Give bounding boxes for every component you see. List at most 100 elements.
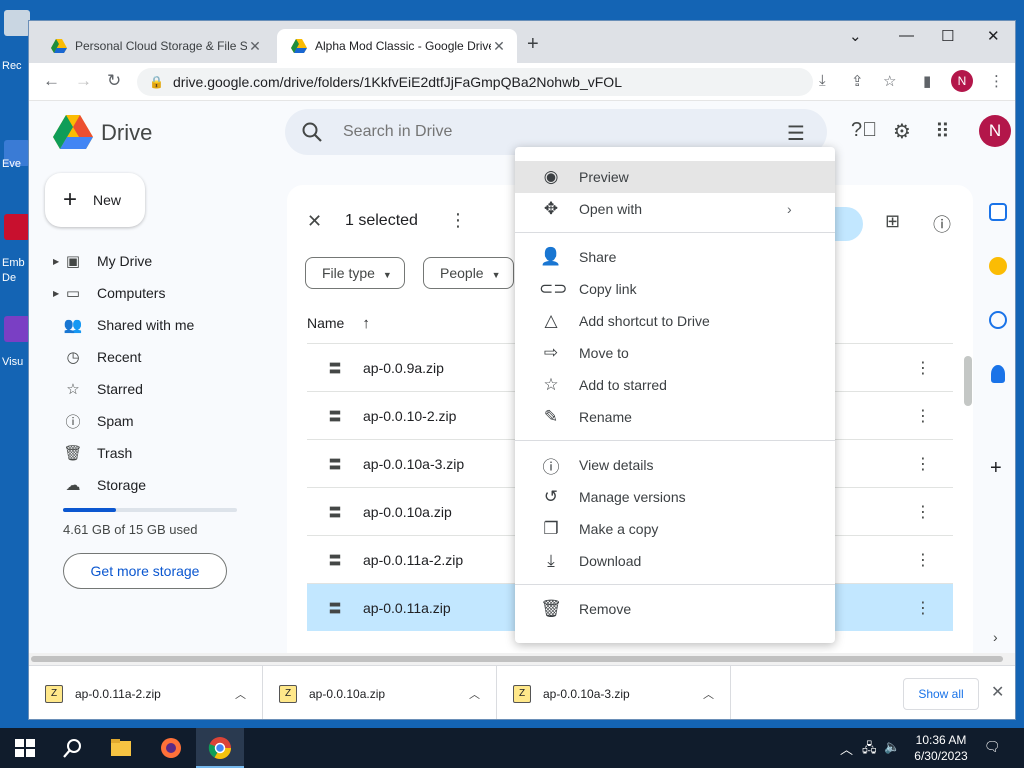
tab-alpha-mod-classic[interactable]: Alpha Mod Classic - Google Drive ✕ xyxy=(277,29,517,63)
chrome-icon[interactable] xyxy=(207,736,233,760)
firefox-icon[interactable] xyxy=(158,736,184,760)
search-options-icon[interactable]: ☰ xyxy=(787,121,805,146)
notifications-icon[interactable]: 🗨 xyxy=(984,739,1001,755)
get-more-storage-button[interactable]: Get more storage xyxy=(63,553,227,589)
sidebar-item-trash[interactable]: 🗑 Trash xyxy=(29,437,259,469)
browser-profile-avatar[interactable]: N xyxy=(951,70,973,92)
address-bar[interactable]: 🔒 drive.google.com/drive/folders/1KkfvEi… xyxy=(137,68,813,96)
menu-item-add-to-starred[interactable]: ☆ Add to starred xyxy=(515,369,835,401)
sidebar-item-my-drive[interactable]: ▶ ▣ My Drive xyxy=(29,245,259,277)
sidebar-item-storage[interactable]: ☁ Storage xyxy=(29,469,259,501)
tab-search-icon[interactable]: ⌄ xyxy=(849,27,862,45)
close-downloads-icon[interactable]: ✕ xyxy=(991,682,1004,702)
reload-icon[interactable]: ↻ xyxy=(107,71,121,91)
sort-arrow-up-icon[interactable]: ↑ xyxy=(362,315,370,332)
calendar-icon[interactable] xyxy=(989,203,1007,221)
chip-label: File type xyxy=(322,265,375,281)
row-more-icon[interactable]: ⋮ xyxy=(915,598,931,618)
minimize-icon[interactable]: — xyxy=(899,27,914,44)
volume-icon[interactable]: 🔈 xyxy=(884,739,900,755)
recycle-bin-icon[interactable] xyxy=(4,10,30,36)
expand-caret-icon[interactable]: ▶ xyxy=(53,289,59,298)
sidebar-item-spam[interactable]: ⓘ Spam xyxy=(29,405,259,437)
menu-item-share[interactable]: 👤 Share xyxy=(515,241,835,273)
row-more-icon[interactable]: ⋮ xyxy=(915,358,931,378)
show-all-downloads-button[interactable]: Show all xyxy=(903,678,979,710)
add-addon-icon[interactable]: + xyxy=(990,457,1002,480)
desktop-app-icon[interactable] xyxy=(4,316,30,342)
expand-caret-icon[interactable]: ▶ xyxy=(53,257,59,266)
more-actions-icon[interactable]: ⋮ xyxy=(449,210,467,231)
close-window-icon[interactable]: ✕ xyxy=(987,27,1000,45)
sidebar-item-recent[interactable]: ◷ Recent xyxy=(29,341,259,373)
tasks-icon[interactable] xyxy=(989,311,1007,329)
row-more-icon[interactable]: ⋮ xyxy=(915,406,931,426)
bookmark-star-icon[interactable]: ☆ xyxy=(883,72,896,90)
search-icon[interactable] xyxy=(60,736,86,760)
horizontal-scrollbar[interactable] xyxy=(29,653,1015,665)
tray-chevron-icon[interactable]: ︿ xyxy=(840,739,853,758)
desktop-app-icon[interactable] xyxy=(4,214,30,240)
back-icon[interactable]: ← xyxy=(43,71,60,91)
contacts-icon[interactable] xyxy=(991,365,1005,383)
menu-item-download[interactable]: ⤓ Download xyxy=(515,545,835,577)
row-more-icon[interactable]: ⋮ xyxy=(915,454,931,474)
share-page-icon[interactable]: ⇪ xyxy=(851,72,864,90)
row-more-icon[interactable]: ⋮ xyxy=(915,502,931,522)
menu-item-move-to[interactable]: ⇨ Move to xyxy=(515,337,835,369)
menu-item-add-shortcut[interactable]: △ Add shortcut to Drive xyxy=(515,305,835,337)
file-explorer-icon[interactable] xyxy=(108,736,134,760)
tab-personal-cloud[interactable]: Personal Cloud Storage & File Sh ✕ xyxy=(37,29,273,63)
menu-item-rename[interactable]: ✎ Rename xyxy=(515,401,835,433)
settings-gear-icon[interactable]: ⚙ xyxy=(893,119,911,144)
download-item[interactable]: Zap-0.0.10a.zip ︿ xyxy=(263,666,497,719)
help-icon[interactable]: ?⃝ xyxy=(851,119,877,142)
search-icon[interactable] xyxy=(301,121,323,143)
side-panel-icon[interactable]: ▮ xyxy=(923,72,931,90)
menu-item-preview[interactable]: ◉ Preview xyxy=(515,161,835,193)
menu-item-remove[interactable]: 🗑 Remove xyxy=(515,593,835,625)
account-avatar[interactable]: N xyxy=(979,115,1011,147)
chevron-up-icon[interactable]: ︿ xyxy=(235,686,246,702)
name-column-header[interactable]: Name ↑ xyxy=(307,315,370,332)
grid-view-icon[interactable]: ⊞ xyxy=(885,211,900,232)
close-tab-icon[interactable]: ✕ xyxy=(491,38,507,55)
sidebar-item-shared-with-me[interactable]: 👥 Shared with me xyxy=(29,309,259,341)
chevron-up-icon[interactable]: ︿ xyxy=(469,686,480,702)
menu-item-view-details[interactable]: ⓘ View details xyxy=(515,449,835,481)
menu-item-open-with[interactable]: ✥ Open with › xyxy=(515,193,835,225)
close-tab-icon[interactable]: ✕ xyxy=(247,38,263,55)
people-filter-chip[interactable]: People ▼ xyxy=(423,257,514,289)
lock-icon[interactable]: 🔒 xyxy=(149,68,164,96)
row-more-icon[interactable]: ⋮ xyxy=(915,550,931,570)
menu-item-manage-versions[interactable]: ↺ Manage versions xyxy=(515,481,835,513)
windows-start-icon[interactable] xyxy=(12,736,38,760)
maximize-icon[interactable]: ☐ xyxy=(941,27,954,45)
clear-selection-icon[interactable]: ✕ xyxy=(307,211,322,232)
details-info-icon[interactable]: ⓘ xyxy=(933,211,951,237)
network-icon[interactable]: 🖧 xyxy=(862,739,877,761)
file-name: ap-0.0.10-2.zip xyxy=(363,407,457,424)
keep-icon[interactable] xyxy=(989,257,1007,275)
browser-menu-icon[interactable]: ⋮ xyxy=(989,72,1004,90)
search-input[interactable] xyxy=(341,121,761,143)
download-item[interactable]: Zap-0.0.11a-2.zip ︿ xyxy=(29,666,263,719)
file-type-filter-chip[interactable]: File type ▼ xyxy=(305,257,405,289)
sidebar-item-computers[interactable]: ▶ ▭ Computers xyxy=(29,277,259,309)
scrollbar-thumb[interactable] xyxy=(31,656,1003,662)
drive-logo-icon[interactable] xyxy=(53,115,93,149)
new-button[interactable]: + New xyxy=(45,173,145,227)
menu-item-make-a-copy[interactable]: ❐ Make a copy xyxy=(515,513,835,545)
system-clock[interactable]: 10:36 AM 6/30/2023 xyxy=(906,732,976,764)
chevron-up-icon[interactable]: ︿ xyxy=(703,686,714,702)
menu-item-copy-link[interactable]: ⊂⊃ Copy link xyxy=(515,273,835,305)
list-view-toggle[interactable] xyxy=(831,207,863,241)
sidebar-item-starred[interactable]: ☆ Starred xyxy=(29,373,259,405)
hide-panel-chevron-icon[interactable]: › xyxy=(993,629,998,645)
download-item[interactable]: Zap-0.0.10a-3.zip ︿ xyxy=(497,666,731,719)
apps-grid-icon[interactable]: ⠿ xyxy=(935,119,950,144)
install-app-icon[interactable]: ⤓ xyxy=(819,72,826,89)
vertical-scrollbar[interactable] xyxy=(964,356,972,406)
forward-icon[interactable]: → xyxy=(75,71,92,91)
new-tab-icon[interactable]: + xyxy=(527,33,539,56)
